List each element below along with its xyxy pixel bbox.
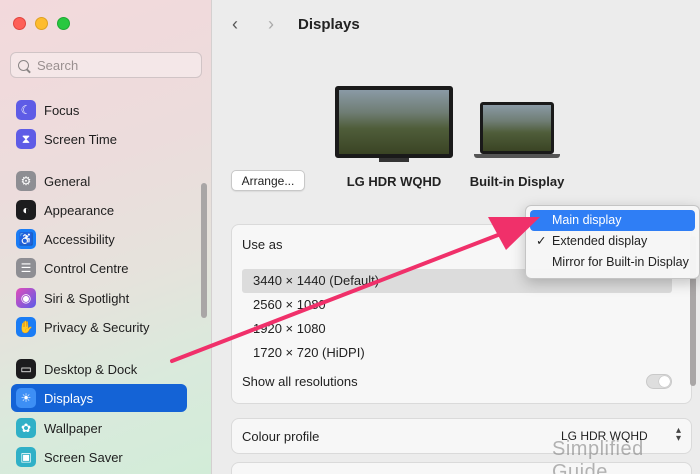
menu-item-extended-display[interactable]: ✓ Extended display <box>530 231 695 252</box>
sidebar-item-label: Screen Time <box>44 131 117 147</box>
sidebar-item-label: Accessibility <box>44 231 115 247</box>
resolution-option[interactable]: 2560 × 1080 <box>242 293 672 317</box>
sidebar-scrollbar[interactable] <box>201 183 207 318</box>
gear-icon: ⚙ <box>16 171 36 191</box>
dock-icon: ▭ <box>16 359 36 379</box>
show-all-resolutions-toggle[interactable] <box>646 374 672 389</box>
sidebar-item-siri-spotlight[interactable]: ◉ Siri & Spotlight <box>11 284 187 312</box>
menu-item-main-display[interactable]: Main display <box>530 210 695 231</box>
resolution-option[interactable]: 1920 × 1080 <box>242 317 672 341</box>
sidebar-item-accessibility[interactable]: ♿ Accessibility <box>11 225 187 253</box>
external-display-label: LG HDR WQHD <box>346 174 442 189</box>
builtin-display-label: Built-in Display <box>469 174 565 189</box>
laptop-base <box>474 154 560 158</box>
sidebar-item-screen-saver[interactable]: ▣ Screen Saver <box>11 443 187 471</box>
show-all-resolutions-label: Show all resolutions <box>242 374 358 389</box>
sidebar-item-desktop-dock[interactable]: ▭ Desktop & Dock <box>11 355 187 383</box>
sidebar-item-focus[interactable]: ☾ Focus <box>11 96 187 124</box>
sidebar: ☾ Focus ⧗ Screen Time ⚙ General ◐ Appear… <box>0 0 212 474</box>
colour-profile-label: Colour profile <box>242 429 320 444</box>
search-icon <box>18 59 29 71</box>
sidebar-item-label: Siri & Spotlight <box>44 290 130 306</box>
zoom-window-button[interactable] <box>57 17 70 30</box>
builtin-display-screen <box>480 102 554 154</box>
resolution-option[interactable]: 1720 × 720 (HiDPI) <box>242 341 672 365</box>
use-as-menu: Main display ✓ Extended display Mirror f… <box>525 205 700 279</box>
accessibility-icon: ♿ <box>16 229 36 249</box>
sidebar-item-label: Privacy & Security <box>44 319 150 335</box>
search-input[interactable] <box>37 57 187 73</box>
sidebar-item-label: Screen Saver <box>44 449 123 465</box>
sidebar-item-label: Focus <box>44 102 80 118</box>
sidebar-item-displays[interactable]: ☀ Displays <box>11 384 187 412</box>
wallpaper-icon: ✿ <box>16 418 36 438</box>
page-title: Displays <box>298 16 360 33</box>
sidebar-item-screen-time[interactable]: ⧗ Screen Time <box>11 125 187 153</box>
sidebar-item-label: Wallpaper <box>44 420 103 436</box>
sidebar-item-label: Displays <box>44 390 94 406</box>
resolution-list: 3440 × 1440 (Default) 2560 × 1080 1920 ×… <box>242 269 672 365</box>
menu-item-label: Mirror for Built-in Display <box>552 255 689 269</box>
minimize-window-button[interactable] <box>35 17 48 30</box>
external-display-screen <box>335 86 453 158</box>
monitor-stand <box>379 158 409 162</box>
appearance-icon: ◐ <box>16 200 36 220</box>
sidebar-item-wallpaper[interactable]: ✿ Wallpaper <box>11 414 187 442</box>
builtin-display-thumbnail[interactable] <box>474 102 560 158</box>
sidebar-item-general[interactable]: ⚙ General <box>11 167 187 195</box>
moon-icon: ☾ <box>16 100 36 120</box>
sidebar-item-label: General <box>44 173 91 189</box>
sidebar-item-label: Appearance <box>44 202 115 218</box>
back-button[interactable]: ‹ <box>232 14 238 35</box>
search-field[interactable] <box>10 52 202 78</box>
sun-icon: ☀ <box>16 388 36 408</box>
sidebar-item-appearance[interactable]: ◐ Appearance <box>11 196 187 224</box>
external-display-thumbnail[interactable] <box>335 86 453 162</box>
screen-saver-icon: ▣ <box>16 447 36 467</box>
forward-button[interactable]: › <box>268 14 274 35</box>
hand-icon: ✋ <box>16 317 36 337</box>
sidebar-item-label: Desktop & Dock <box>44 361 138 377</box>
sidebar-item-label: Control Centre <box>44 260 129 276</box>
watermark: Simplified Guide <box>552 438 644 474</box>
use-as-label: Use as <box>242 237 283 252</box>
menu-item-mirror-display[interactable]: Mirror for Built-in Display <box>530 252 695 273</box>
checkmark-icon: ✓ <box>536 234 547 248</box>
siri-icon: ◉ <box>16 288 36 308</box>
arrange-button[interactable]: Arrange... <box>231 170 305 191</box>
control-centre-icon: ☰ <box>16 258 36 278</box>
close-window-button[interactable] <box>13 17 26 30</box>
menu-item-label: Extended display <box>552 234 648 248</box>
sidebar-item-privacy-security[interactable]: ✋ Privacy & Security <box>11 313 187 341</box>
sidebar-item-control-centre[interactable]: ☰ Control Centre <box>11 254 187 282</box>
menu-item-label: Main display <box>552 213 622 227</box>
hourglass-icon: ⧗ <box>16 129 36 149</box>
